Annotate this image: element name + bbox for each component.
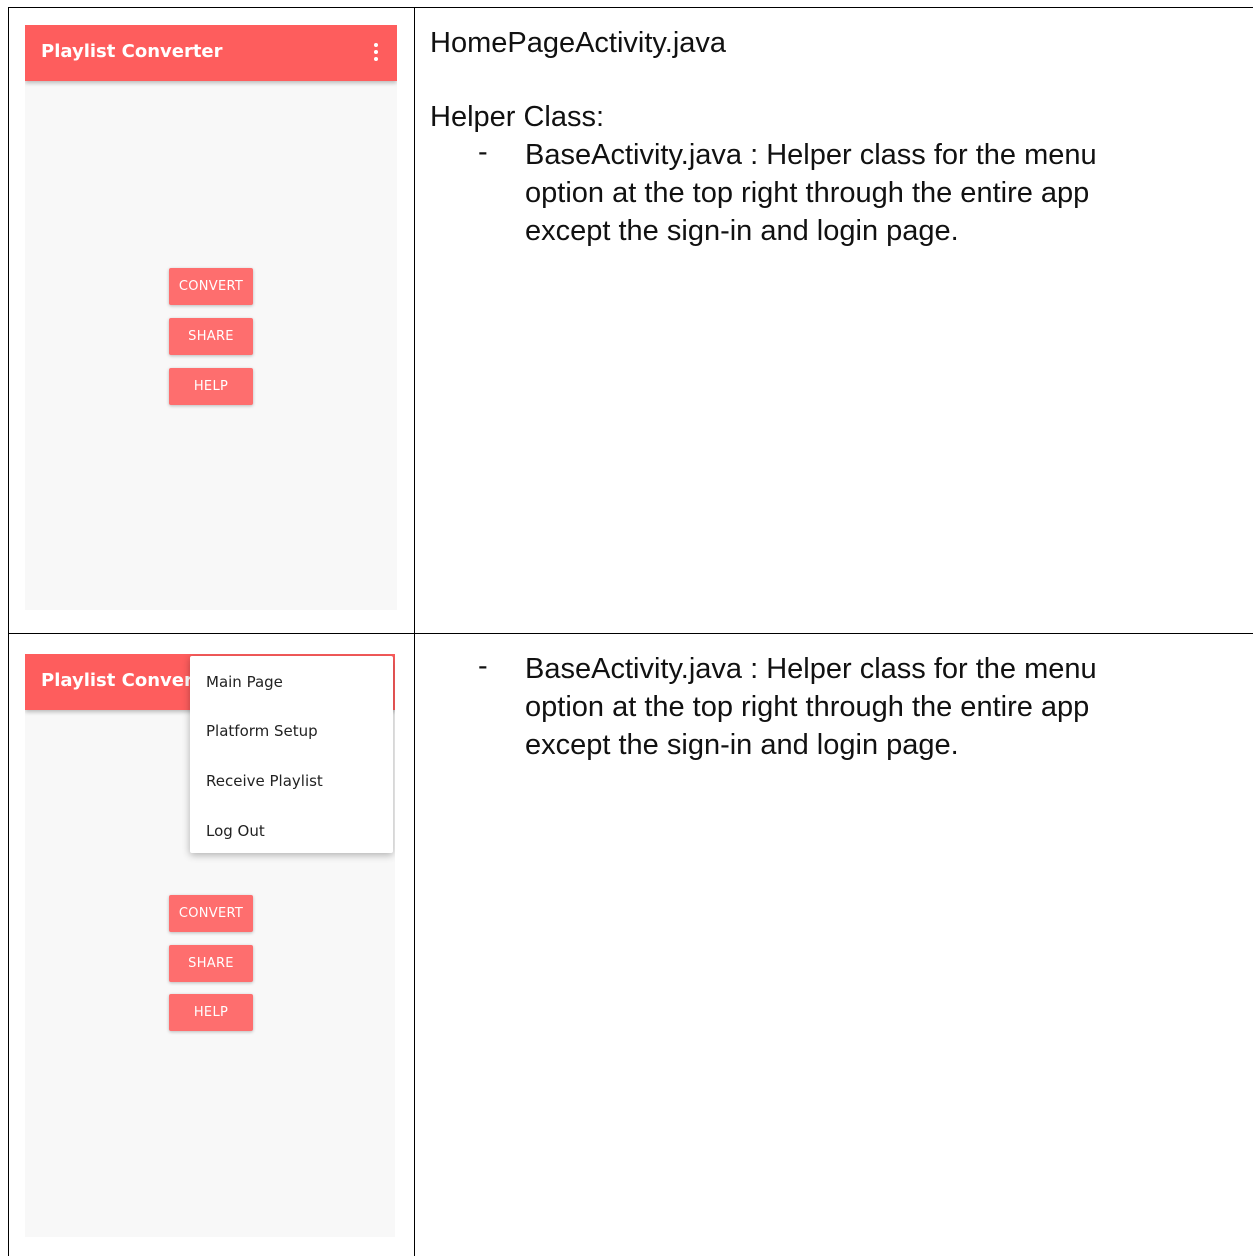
share-button[interactable]: SHARE (169, 945, 253, 982)
home-screenshot: Playlist Converter CONVERT SHARE HELP (25, 25, 397, 610)
bullet-line: except the sign-in and login page. (525, 215, 959, 247)
menu-item-main-page[interactable]: Main Page (206, 673, 283, 691)
bullet-line: option at the top right through the enti… (525, 177, 1090, 209)
bullet-line: except the sign-in and login page. (525, 729, 959, 761)
convert-button[interactable]: CONVERT (169, 268, 253, 305)
more-vert-icon[interactable] (373, 43, 379, 63)
file-name: HomePageActivity.java (430, 27, 727, 59)
bullet-line: option at the top right through the enti… (525, 691, 1090, 723)
table-border-left (8, 7, 9, 1256)
overflow-menu: Main Page Platform Setup Receive Playlis… (190, 656, 393, 853)
help-button[interactable]: HELP (169, 368, 253, 405)
app-title: Playlist Converter (41, 41, 223, 62)
table-column-divider (414, 7, 415, 1256)
menu-screenshot: Playlist Converte Main Page Platform Set… (25, 654, 395, 1237)
convert-button[interactable]: CONVERT (169, 895, 253, 932)
help-button[interactable]: HELP (169, 994, 253, 1031)
table-row-divider (8, 633, 1253, 634)
menu-item-platform-setup[interactable]: Platform Setup (206, 722, 318, 740)
bullet-dash: - (478, 136, 488, 168)
share-button[interactable]: SHARE (169, 318, 253, 355)
table-border-top (8, 7, 1253, 8)
bullet-line: BaseActivity.java : Helper class for the… (525, 139, 1097, 171)
menu-item-log-out[interactable]: Log Out (206, 822, 265, 840)
app-bar: Playlist Converter (25, 25, 397, 81)
helper-heading: Helper Class: (430, 101, 605, 133)
app-title: Playlist Converte (41, 670, 214, 691)
bullet-line: BaseActivity.java : Helper class for the… (525, 653, 1097, 685)
menu-item-receive-playlist[interactable]: Receive Playlist (206, 772, 323, 790)
bullet-dash: - (478, 650, 488, 682)
